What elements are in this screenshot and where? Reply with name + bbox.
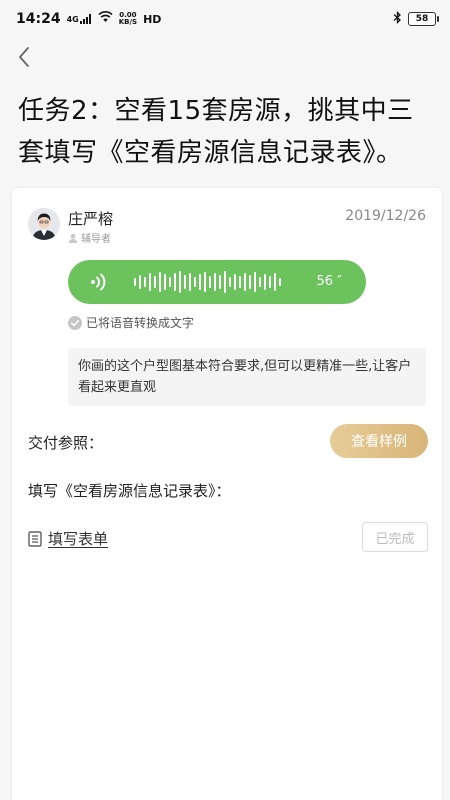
form-document-icon (28, 530, 42, 547)
message-date: 2019/12/26 (345, 208, 426, 224)
mentor-role: 辅导者 (68, 230, 111, 245)
audio-play-icon (91, 273, 106, 291)
bluetooth-icon (393, 10, 402, 28)
status-bar: 14:24 4G 0.00 KB/S HD 58 (0, 0, 450, 38)
waveform (134, 270, 281, 294)
battery-icon: 58 (408, 12, 439, 26)
delivery-reference-label: 交付参照： (28, 434, 104, 452)
transcription-status: 已将语音转换成文字 (68, 314, 194, 331)
status-time: 14:24 (16, 11, 61, 27)
network-speed: 0.00 KB/S (119, 12, 137, 26)
voice-transcript: 你画的这个户型图基本符合要求,但可以更精准一些,让客户看起来更直观 (68, 348, 426, 406)
network-type: 4G (66, 15, 79, 24)
wifi-icon (98, 11, 113, 27)
user-icon (68, 233, 78, 243)
speed-unit: KB/S (118, 18, 138, 26)
back-button[interactable] (12, 44, 36, 70)
voice-duration: 56 ″ (316, 274, 342, 289)
chevron-left-icon (19, 47, 29, 67)
converted-text-label: 已将语音转换成文字 (86, 316, 195, 330)
signal-icon: 4G (67, 14, 92, 24)
page-title: 任务2：空看15套房源，挑其中三套填写《空看房源信息记录表》。 (18, 96, 414, 168)
completed-status-button: 已完成 (362, 522, 428, 552)
hd-indicator: HD (143, 12, 162, 26)
form-section-label: 填写《空看房源信息记录表》： (28, 482, 231, 500)
fill-form-link-label: 填写表单 (48, 530, 109, 548)
fill-form-link[interactable]: 填写表单 (28, 528, 108, 549)
mentor-role-label: 辅导者 (81, 234, 111, 245)
avatar (28, 208, 60, 240)
voice-message-player[interactable]: 56 ″ (68, 260, 366, 304)
view-sample-button[interactable]: 查看样例 (330, 424, 428, 458)
mentor-name: 庄严榕 (68, 210, 114, 228)
feedback-card: 庄严榕 辅导者 2019/12/26 56 ″ 已将语音转换成文字 你画的这个户… (12, 188, 442, 800)
check-circle-icon (68, 315, 82, 330)
